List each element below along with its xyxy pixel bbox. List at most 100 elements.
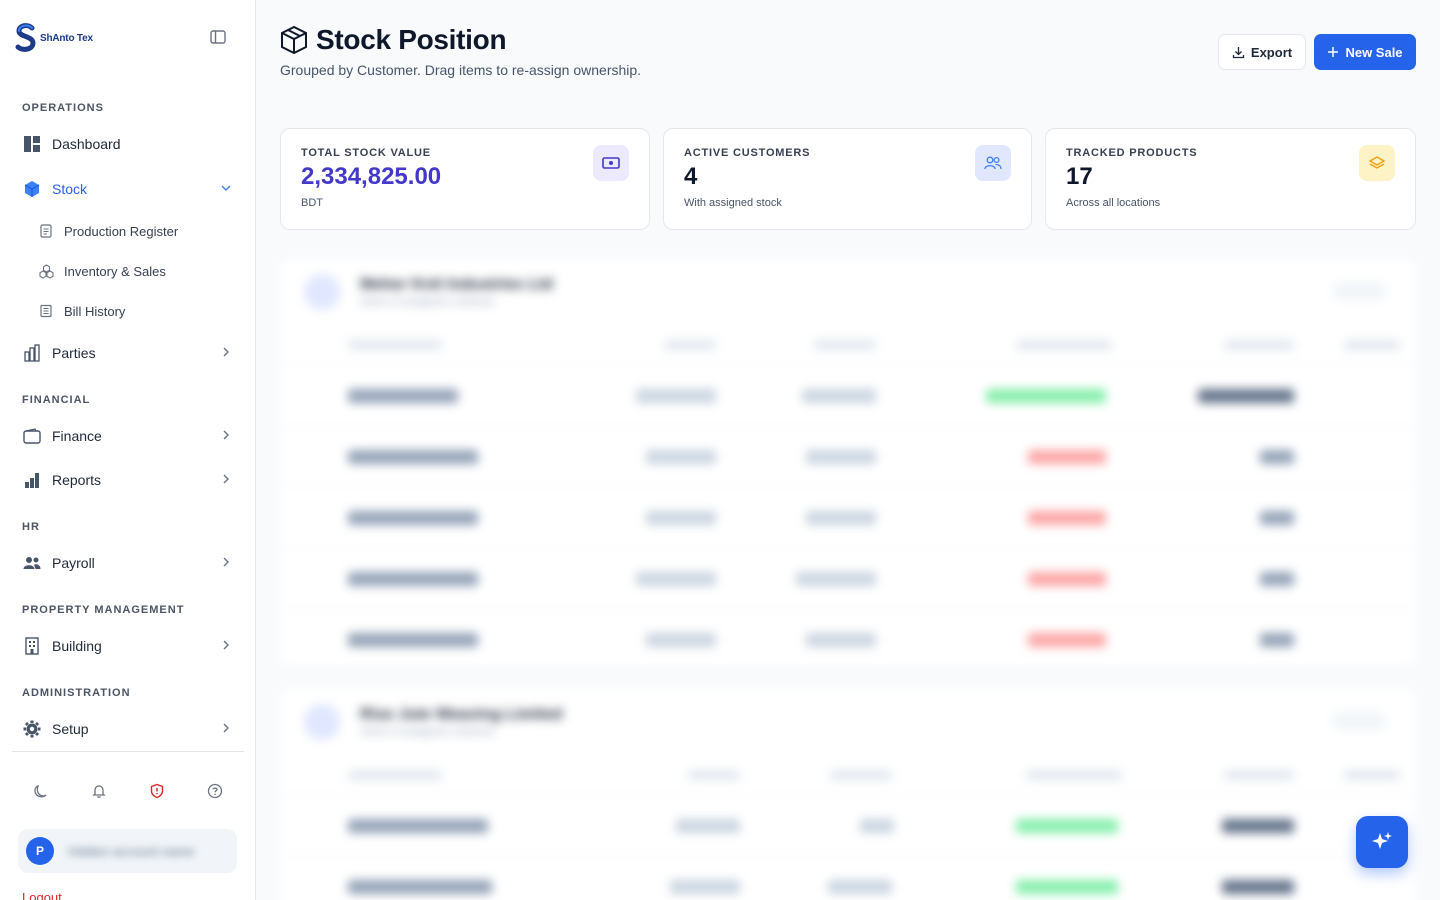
sidebar-subitem-label: Bill History	[64, 303, 126, 319]
chevron-down-icon	[221, 185, 231, 191]
help-button[interactable]	[204, 780, 226, 802]
customer-group-badge	[1332, 712, 1386, 730]
cube-icon	[22, 179, 42, 199]
customer-group-header: Rise Jute Weaving Limited Stock of assig…	[304, 704, 562, 740]
sidebar-subitem-bill-history[interactable]: Bill History	[30, 295, 244, 327]
file-list-icon	[38, 223, 54, 239]
brand-name: ShAnto Tex	[40, 32, 93, 44]
moon-icon	[34, 784, 47, 798]
sidebar-item-building[interactable]: Building	[12, 628, 244, 664]
section-label-operations: OPERATIONS	[22, 102, 104, 114]
stat-label: ACTIVE CUSTOMERS	[684, 147, 811, 159]
section-label-hr: HR	[22, 521, 40, 533]
page-header: Stock Position	[280, 24, 507, 56]
sidebar-item-stock[interactable]: Stock	[12, 171, 244, 207]
stat-card-total-stock-value: TOTAL STOCK VALUE 2,334,825.00 BDT	[280, 128, 650, 230]
stat-card-tracked-products: TRACKED PRODUCTS 17 Across all locations	[1045, 128, 1416, 230]
dashboard-icon	[22, 134, 42, 154]
sidebar: ShAnto Tex OPERATIONS Dashboard Stock Pr…	[0, 0, 256, 900]
customer-group-title: Meher Knit Industries Ltd	[360, 276, 553, 293]
sidebar-utility-row	[12, 780, 244, 802]
section-label-financial: FINANCIAL	[22, 394, 91, 406]
table-row[interactable]	[280, 608, 1416, 666]
security-button[interactable]	[146, 780, 168, 802]
table-header-cell	[814, 340, 876, 350]
sidebar-item-parties[interactable]: Parties	[12, 335, 244, 371]
table-header-cell	[1344, 770, 1400, 780]
avatar: P	[26, 837, 54, 865]
table-header-cell	[1224, 340, 1294, 350]
stat-card-active-customers: ACTIVE CUSTOMERS 4 With assigned stock	[663, 128, 1032, 230]
stat-value: 2,334,825.00	[301, 163, 442, 190]
table-row[interactable]	[280, 486, 1416, 547]
section-label-property: PROPERTY MANAGEMENT	[22, 604, 185, 616]
sidebar-item-label: Payroll	[52, 555, 95, 571]
brand-logo[interactable]: ShAnto Tex	[14, 22, 93, 54]
sidebar-item-setup[interactable]: Setup	[12, 711, 244, 747]
customer-group-card: Rise Jute Weaving Limited Stock of assig…	[280, 688, 1416, 900]
notifications-button[interactable]	[88, 780, 110, 802]
logout-link[interactable]: Logout	[22, 890, 62, 900]
table-header-cell	[664, 340, 716, 350]
export-button[interactable]: Export	[1218, 34, 1306, 70]
sidebar-subitem-production-register[interactable]: Production Register	[30, 215, 244, 247]
sidebar-item-dashboard[interactable]: Dashboard	[12, 126, 244, 162]
chevron-right-icon	[223, 347, 229, 357]
bell-icon	[92, 785, 106, 798]
table-row[interactable]	[280, 364, 1416, 425]
table-row[interactable]	[280, 425, 1416, 486]
layers-icon	[1359, 145, 1395, 181]
stat-value: 17	[1066, 163, 1093, 190]
theme-toggle-button[interactable]	[30, 780, 52, 802]
customer-avatar	[304, 274, 340, 310]
sidebar-item-label: Finance	[52, 428, 102, 444]
chevron-right-icon	[223, 430, 229, 440]
stat-footnote: BDT	[301, 197, 323, 209]
sidebar-item-finance[interactable]: Finance	[12, 418, 244, 454]
sidebar-item-label: Stock	[52, 181, 88, 197]
sidebar-item-label: Reports	[52, 472, 102, 488]
chevron-right-icon	[223, 640, 229, 650]
sidebar-item-payroll[interactable]: Payroll	[12, 545, 244, 581]
sparkles-icon	[1372, 832, 1392, 849]
table-header-cell	[688, 770, 740, 780]
table-row[interactable]	[280, 794, 1416, 855]
stat-label: TOTAL STOCK VALUE	[301, 147, 431, 159]
sidebar-subitem-inventory-sales[interactable]: Inventory & Sales	[30, 255, 244, 287]
building-chart-icon	[22, 343, 42, 363]
stat-label: TRACKED PRODUCTS	[1066, 147, 1198, 159]
customer-group-subtitle: Stock of assigned customer	[360, 296, 496, 308]
table-header-cell	[348, 340, 442, 350]
box-icon	[281, 25, 307, 55]
sidebar-divider	[12, 751, 244, 752]
table-header-cell	[830, 770, 892, 780]
table-header-cell	[348, 770, 442, 780]
shield-alert-icon	[150, 783, 164, 799]
building-icon	[22, 636, 42, 656]
stat-value: 4	[684, 163, 698, 190]
customer-avatar	[304, 704, 340, 740]
page-title: Stock Position	[316, 24, 507, 55]
table-header-cell	[1344, 340, 1400, 350]
sidebar-subitem-label: Inventory & Sales	[64, 263, 166, 279]
banknote-icon	[593, 145, 629, 181]
ai-assistant-button[interactable]	[1356, 816, 1408, 868]
sidebar-item-label: Building	[52, 638, 102, 654]
stat-footnote: Across all locations	[1066, 197, 1161, 209]
sidebar-item-reports[interactable]: Reports	[12, 462, 244, 498]
new-sale-button[interactable]: New Sale	[1314, 34, 1416, 70]
logo-s-icon	[15, 23, 36, 52]
table-row[interactable]	[280, 855, 1416, 900]
customer-group-card: Meher Knit Industries Ltd Stock of assig…	[280, 258, 1416, 666]
sidebar-collapse-button[interactable]	[210, 30, 228, 46]
gear-icon	[22, 719, 42, 739]
stat-footnote: With assigned stock	[684, 197, 782, 209]
chevron-right-icon	[223, 557, 229, 567]
panel-left-icon	[210, 30, 226, 44]
customer-group-badge	[1332, 282, 1386, 300]
user-profile-card[interactable]: P Hidden account name	[18, 829, 237, 873]
table-row[interactable]	[280, 547, 1416, 608]
sidebar-subitem-label: Production Register	[64, 223, 179, 239]
bar-chart-icon	[22, 470, 42, 490]
table-header-cell	[1026, 770, 1122, 780]
